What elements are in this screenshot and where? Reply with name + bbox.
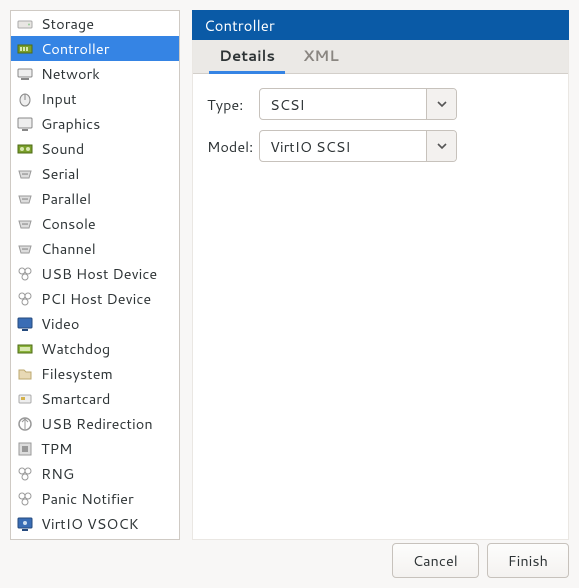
sidebar-item-serial[interactable]: Serial	[11, 161, 179, 186]
type-combo[interactable]: SCSI	[259, 88, 457, 120]
sidebar-item-controller[interactable]: Controller	[11, 36, 179, 61]
sidebar-item-label: Graphics	[41, 113, 100, 134]
network-icon	[17, 66, 33, 82]
sidebar-item-pci-host-device[interactable]: PCI Host Device	[11, 286, 179, 311]
sidebar-item-rng[interactable]: RNG	[11, 461, 179, 486]
content-box: Details XML Type: SCSI	[192, 40, 569, 540]
sound-icon	[17, 141, 33, 157]
graphics-icon	[17, 116, 33, 132]
row-model: Model: VirtIO SCSI	[207, 130, 554, 162]
type-label: Type:	[207, 94, 259, 115]
rng-icon	[17, 466, 33, 482]
details-form: Type: SCSI Model: VirtIO SCSI	[193, 74, 568, 539]
model-value: VirtIO SCSI	[260, 131, 426, 161]
tab-xml[interactable]: XML	[289, 38, 353, 73]
sidebar-item-label: Storage	[41, 13, 94, 34]
hardware-sidebar: Storage Controller Network Input Graphics Sou…	[10, 10, 180, 540]
model-label: Model:	[207, 136, 259, 157]
sidebar-item-label: Network	[41, 63, 100, 84]
finish-button[interactable]: Finish	[487, 543, 569, 578]
sidebar-item-label: Parallel	[41, 188, 91, 209]
sidebar-item-input[interactable]: Input	[11, 86, 179, 111]
sidebar-item-channel[interactable]: Channel	[11, 236, 179, 261]
vsock-icon	[17, 516, 33, 532]
panel-title: Controller	[204, 15, 275, 36]
usb-redir-icon	[17, 416, 33, 432]
sidebar-item-label: Smartcard	[41, 388, 110, 409]
parallel-icon	[17, 191, 33, 207]
cancel-button[interactable]: Cancel	[392, 543, 479, 578]
sidebar-item-panic-notifier[interactable]: Panic Notifier	[11, 486, 179, 511]
sidebar-item-parallel[interactable]: Parallel	[11, 186, 179, 211]
sidebar-item-storage[interactable]: Storage	[11, 11, 179, 36]
tab-details[interactable]: Details	[205, 38, 289, 73]
video-icon	[17, 316, 33, 332]
sidebar-item-console[interactable]: Console	[11, 211, 179, 236]
sidebar-item-watchdog[interactable]: Watchdog	[11, 336, 179, 361]
sidebar-item-label: RNG	[41, 463, 74, 484]
sidebar-item-label: Filesystem	[41, 363, 113, 384]
usb-host-icon	[17, 266, 33, 282]
sidebar-item-label: Console	[41, 213, 96, 234]
sidebar-item-label: VirtIO VSOCK	[41, 513, 139, 534]
sidebar-item-label: Panic Notifier	[41, 488, 134, 509]
sidebar-item-label: USB Redirection	[41, 413, 153, 434]
sidebar-item-sound[interactable]: Sound	[11, 136, 179, 161]
row-type: Type: SCSI	[207, 88, 554, 120]
sidebar-item-label: Channel	[41, 238, 96, 259]
sidebar-item-label: Sound	[41, 138, 84, 159]
smartcard-icon	[17, 391, 33, 407]
sidebar-item-usb-host-device[interactable]: USB Host Device	[11, 261, 179, 286]
tab-bar: Details XML	[193, 40, 568, 74]
sidebar-item-label: Serial	[41, 163, 79, 184]
sidebar-item-video[interactable]: Video	[11, 311, 179, 336]
dialog-footer: Cancel Finish	[392, 543, 569, 578]
panic-icon	[17, 491, 33, 507]
sidebar-item-label: Controller	[41, 38, 109, 59]
model-combo[interactable]: VirtIO SCSI	[259, 130, 457, 162]
sidebar-item-tpm[interactable]: TPM	[11, 436, 179, 461]
watchdog-icon	[17, 341, 33, 357]
sidebar-item-label: PCI Host Device	[41, 288, 151, 309]
channel-icon	[17, 241, 33, 257]
sidebar-item-label: USB Host Device	[41, 263, 157, 284]
tab-label: Details	[219, 45, 275, 66]
sidebar-item-filesystem[interactable]: Filesystem	[11, 361, 179, 386]
tpm-icon	[17, 441, 33, 457]
sidebar-item-label: Input	[41, 88, 77, 109]
panel-title-bar: Controller	[192, 10, 569, 40]
sidebar-item-smartcard[interactable]: Smartcard	[11, 386, 179, 411]
sidebar-item-usb-redirection[interactable]: USB Redirection	[11, 411, 179, 436]
input-icon	[17, 91, 33, 107]
tab-label: XML	[303, 45, 339, 66]
sidebar-item-network[interactable]: Network	[11, 61, 179, 86]
sidebar-item-graphics[interactable]: Graphics	[11, 111, 179, 136]
sidebar-item-label: TPM	[41, 438, 72, 459]
type-dropdown-button[interactable]	[426, 89, 456, 119]
sidebar-item-label: Video	[41, 313, 79, 334]
sidebar-item-virtio-vsock[interactable]: VirtIO VSOCK	[11, 511, 179, 536]
model-dropdown-button[interactable]	[426, 131, 456, 161]
serial-icon	[17, 166, 33, 182]
pci-host-icon	[17, 291, 33, 307]
sidebar-item-label: Watchdog	[41, 338, 110, 359]
chevron-down-icon	[437, 94, 447, 114]
console-icon	[17, 216, 33, 232]
chevron-down-icon	[437, 136, 447, 156]
controller-icon	[17, 41, 33, 57]
main-panel: Controller Details XML Type: SCSI	[192, 10, 569, 540]
storage-icon	[17, 16, 33, 32]
type-value: SCSI	[260, 89, 426, 119]
filesystem-icon	[17, 366, 33, 382]
